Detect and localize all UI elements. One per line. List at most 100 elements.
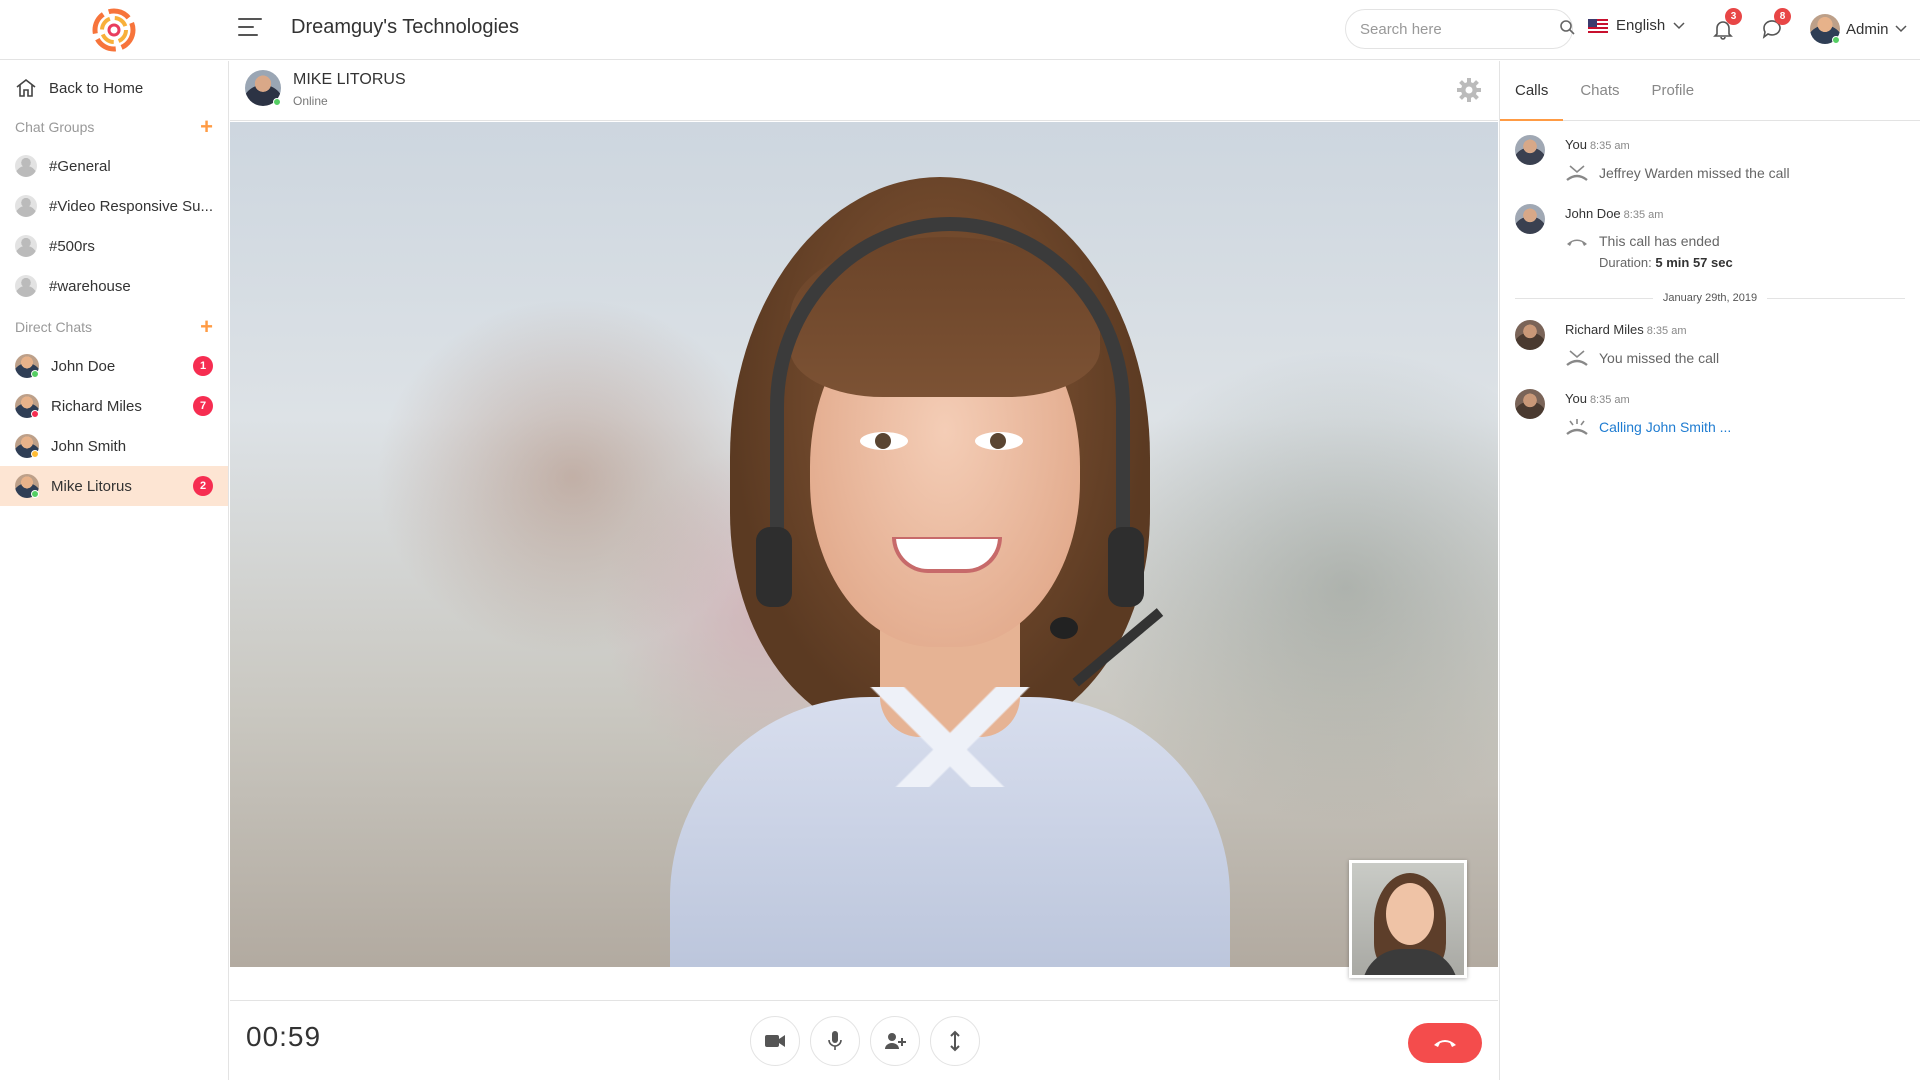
chat-groups-title: Chat Groups — [15, 119, 95, 135]
sidebar-item-direct[interactable]: John Smith — [0, 426, 228, 466]
sidebar-item-direct[interactable]: John Doe 1 — [0, 346, 228, 386]
online-status-dot — [31, 490, 39, 498]
unread-badge: 2 — [193, 476, 213, 496]
direct-chats-header: Direct Chats + — [0, 308, 228, 346]
end-call-button[interactable] — [1408, 1023, 1482, 1063]
sidebar-item-group[interactable]: #500rs — [0, 226, 228, 266]
search-box[interactable] — [1345, 9, 1575, 49]
language-label: English — [1616, 17, 1666, 34]
avatar — [15, 434, 39, 458]
user-menu[interactable]: Admin — [1810, 14, 1907, 44]
sidebar-item-group[interactable]: #Video Responsive Su... — [0, 186, 228, 226]
call-log-text: You missed the call — [1599, 350, 1720, 366]
transfer-call-button[interactable] — [930, 1016, 980, 1066]
search-icon[interactable] — [1559, 19, 1575, 40]
call-log-text: Jeffrey Warden missed the call — [1599, 165, 1790, 181]
avatar — [15, 354, 39, 378]
group-label: #Video Responsive Su... — [49, 197, 213, 215]
avatar — [1515, 204, 1545, 234]
video-area — [230, 122, 1498, 978]
caller-name: You — [1565, 137, 1587, 152]
notifications-badge: 3 — [1725, 8, 1742, 25]
group-avatar-icon — [15, 235, 37, 257]
avatar — [1515, 389, 1545, 419]
callee-name: MIKE LITORUS — [293, 71, 406, 88]
toggle-video-button[interactable] — [750, 1016, 800, 1066]
call-time: 8:35 am — [1589, 394, 1630, 406]
contact-name: Richard Miles — [51, 397, 142, 415]
call-time: 8:35 am — [1646, 325, 1687, 337]
online-status-dot — [31, 370, 39, 378]
add-group-button[interactable]: + — [200, 116, 213, 138]
user-name: Admin — [1846, 20, 1889, 38]
local-video-preview[interactable] — [1349, 860, 1467, 978]
sidebar: Back to Home Chat Groups + #General #Vid… — [0, 61, 229, 1080]
group-avatar-icon — [15, 155, 37, 177]
settings-button[interactable] — [1456, 77, 1482, 103]
group-label: #500rs — [49, 237, 95, 255]
chevron-down-icon — [1895, 25, 1907, 33]
tab-calls[interactable]: Calls — [1499, 61, 1564, 121]
offline-status-dot — [31, 410, 39, 418]
direct-chats-title: Direct Chats — [15, 319, 93, 335]
chevron-down-icon — [1673, 21, 1685, 29]
contact-name: John Smith — [51, 437, 127, 455]
avatar — [15, 394, 39, 418]
call-time: 8:35 am — [1623, 209, 1664, 221]
caller-name: You — [1565, 391, 1587, 406]
away-status-dot — [31, 450, 39, 458]
toggle-mic-button[interactable] — [810, 1016, 860, 1066]
contact-name: John Doe — [51, 357, 116, 375]
sidebar-item-group[interactable]: #General — [0, 146, 228, 186]
company-logo[interactable] — [92, 8, 136, 52]
call-log-item: John Doe 8:35 am This call has ended Dura… — [1515, 204, 1905, 270]
sidebar-item-direct[interactable]: Richard Miles 7 — [0, 386, 228, 426]
online-status-dot — [1832, 36, 1840, 44]
tab-chats[interactable]: Chats — [1580, 61, 1619, 120]
avatar — [245, 70, 281, 106]
tab-profile[interactable]: Profile — [1652, 61, 1695, 120]
microphone-icon — [828, 1031, 842, 1050]
group-avatar-icon — [15, 195, 37, 217]
call-duration: Duration: 5 min 57 sec — [1599, 255, 1905, 270]
search-input[interactable] — [1360, 20, 1559, 38]
unread-badge: 7 — [193, 396, 213, 416]
add-participant-button[interactable] — [870, 1016, 920, 1066]
top-navbar: Dreamguy's Technologies English 3 8 Admi… — [0, 0, 1920, 60]
messages-button[interactable]: 8 — [1757, 8, 1791, 44]
notifications-button[interactable]: 3 — [1708, 8, 1742, 44]
calling-status-link[interactable]: Calling John Smith ... — [1599, 419, 1731, 435]
us-flag-icon — [1588, 18, 1608, 33]
missed-call-icon — [1566, 165, 1588, 181]
panel-tabs: Calls Chats Profile — [1499, 61, 1920, 121]
duration-label: Duration: — [1599, 255, 1652, 270]
avatar — [15, 474, 39, 498]
menu-toggle-button[interactable] — [238, 18, 262, 42]
avatar — [1810, 14, 1840, 44]
call-log-item: Richard Miles 8:35 am You missed the call — [1515, 320, 1905, 367]
unread-badge: 1 — [193, 356, 213, 376]
call-header: MIKE LITORUS Online — [230, 61, 1498, 121]
online-status-dot — [273, 98, 281, 106]
duration-value: 5 min 57 sec — [1655, 255, 1733, 270]
phone-hangup-icon — [1434, 1040, 1456, 1047]
back-to-home-link[interactable]: Back to Home — [0, 61, 228, 108]
call-log-item: You 8:35 am Calling John Smith ... — [1515, 389, 1905, 436]
missed-call-icon — [1566, 350, 1588, 366]
app-title: Dreamguy's Technologies — [291, 16, 520, 38]
call-log: You 8:35 am Jeffrey Warden missed the cal… — [1500, 121, 1920, 436]
avatar — [1515, 320, 1545, 350]
sidebar-item-group[interactable]: #warehouse — [0, 266, 228, 306]
add-direct-chat-button[interactable]: + — [200, 316, 213, 338]
home-icon — [16, 78, 36, 97]
date-separator: January 29th, 2019 — [1515, 292, 1905, 304]
call-log-item: You 8:35 am Jeffrey Warden missed the cal… — [1515, 135, 1905, 182]
language-selector[interactable]: English — [1588, 17, 1685, 34]
call-log-text: This call has ended — [1599, 233, 1720, 249]
contact-name: Mike Litorus — [51, 477, 132, 495]
group-label: #warehouse — [49, 277, 131, 295]
sidebar-item-direct[interactable]: Mike Litorus 2 — [0, 466, 228, 506]
call-time: 8:35 am — [1589, 140, 1630, 152]
call-controls-bar: 00:59 — [230, 1000, 1498, 1080]
call-ended-icon — [1567, 239, 1587, 246]
